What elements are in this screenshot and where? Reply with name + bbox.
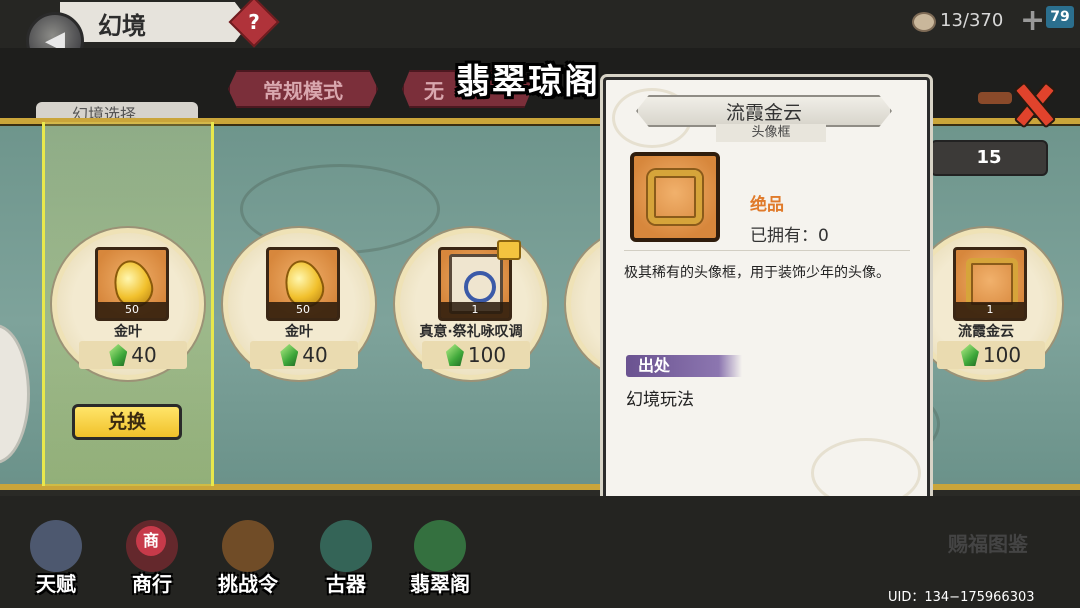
blessing-collection-button[interactable]: 赐福图鉴 xyxy=(948,528,1058,588)
jade-gem-icon xyxy=(109,344,128,366)
price-bar: 40 xyxy=(79,341,187,369)
item-name-plate: 流霞金云 xyxy=(636,95,892,127)
item-quantity: 50 xyxy=(269,302,337,318)
source-label: 出处 xyxy=(626,355,742,377)
item-type-tag: 头像框 xyxy=(716,124,826,142)
count-box: 15 xyxy=(930,140,1048,176)
exchange-button[interactable]: 兑换 xyxy=(72,404,182,440)
scroll-icon xyxy=(978,92,1012,104)
item-detail-thumbnail xyxy=(630,152,720,242)
item-name: 金叶 xyxy=(114,324,142,340)
item-description: 极其稀有的头像框，用于装饰少年的头像。 xyxy=(624,265,890,281)
item-price: 100 xyxy=(982,343,1022,367)
talent-icon xyxy=(30,520,82,572)
outfit-corner-icon xyxy=(497,240,521,260)
nav-item-jade-pavilion[interactable]: 翡翠阁 xyxy=(400,520,480,600)
divider xyxy=(624,250,910,251)
price-bar: 40 xyxy=(250,341,358,369)
price-bar: 100 xyxy=(937,341,1045,369)
artifact-icon xyxy=(320,520,372,572)
shop-item[interactable]: 50 金叶 40 xyxy=(52,228,204,380)
jade-gem-icon xyxy=(960,344,979,366)
tab-normal-mode[interactable]: 常规模式 xyxy=(228,70,378,108)
panel-title: 翡翠琼阁 xyxy=(456,62,600,102)
challenge-icon xyxy=(222,520,274,572)
page-title: 幻境 xyxy=(98,12,146,40)
shop-item[interactable]: 1 流霞金云 100 xyxy=(910,228,1062,380)
item-price: 100 xyxy=(467,343,507,367)
partial-item-circle[interactable] xyxy=(0,324,30,464)
nav-item-talent[interactable]: 天赋 xyxy=(16,520,96,600)
item-thumbnail: 1 xyxy=(953,247,1027,321)
rarity-label: 绝品 xyxy=(750,195,784,215)
nav-label: 翡翠阁 xyxy=(410,572,470,596)
jade-gem-icon xyxy=(445,344,464,366)
nav-item-artifact[interactable]: 古器 xyxy=(306,520,386,600)
nav-item-challenge[interactable]: 挑战令 xyxy=(208,520,288,600)
item-thumbnail: 1 xyxy=(438,240,521,321)
nav-label: 挑战令 xyxy=(218,572,278,596)
item-price: 40 xyxy=(131,343,157,367)
owned-count: 已拥有：0 xyxy=(750,226,829,246)
nav-label: 商行 xyxy=(132,572,172,596)
shop-item[interactable]: 1 真意·祭礼咏叹调 100 xyxy=(395,228,547,380)
price-bar: 100 xyxy=(422,341,530,369)
item-price: 40 xyxy=(302,343,328,367)
item-thumbnail: 50 xyxy=(266,247,340,321)
frame-icon xyxy=(648,170,702,224)
add-stamina-icon[interactable]: + xyxy=(1020,6,1046,36)
level-badge: 79 xyxy=(1046,6,1074,28)
item-detail-name: 流霞金云 xyxy=(725,101,802,124)
source-value: 幻境玩法 xyxy=(626,390,694,410)
shop-item[interactable]: 50 金叶 40 xyxy=(223,228,375,380)
jade-pavilion-icon xyxy=(414,520,466,572)
stamina-counter: 13/370 xyxy=(940,10,1004,31)
item-detail-popup: 流霞金云 头像框 绝品 已拥有：0 极其稀有的头像框，用于装饰少年的头像。 出处… xyxy=(603,77,930,531)
user-id: UID：134−175966303 xyxy=(888,590,1035,605)
close-icon[interactable] xyxy=(1008,80,1056,124)
item-thumbnail: 50 xyxy=(95,247,169,321)
item-quantity: 50 xyxy=(98,302,166,318)
nav-label: 天赋 xyxy=(36,572,76,596)
item-name: 流霞金云 xyxy=(958,324,1014,340)
item-quantity: 1 xyxy=(956,302,1024,318)
shop-sign-icon: 商 xyxy=(136,526,166,556)
jade-gem-icon xyxy=(280,344,299,366)
item-name: 金叶 xyxy=(285,324,313,340)
item-name: 真意·祭礼咏叹调 xyxy=(419,324,523,340)
item-quantity: 1 xyxy=(441,302,509,318)
stamina-bowl-icon xyxy=(912,12,936,32)
title-plate xyxy=(60,2,250,42)
nav-label: 古器 xyxy=(326,572,366,596)
nav-item-shop[interactable]: 商 商行 xyxy=(112,520,192,600)
